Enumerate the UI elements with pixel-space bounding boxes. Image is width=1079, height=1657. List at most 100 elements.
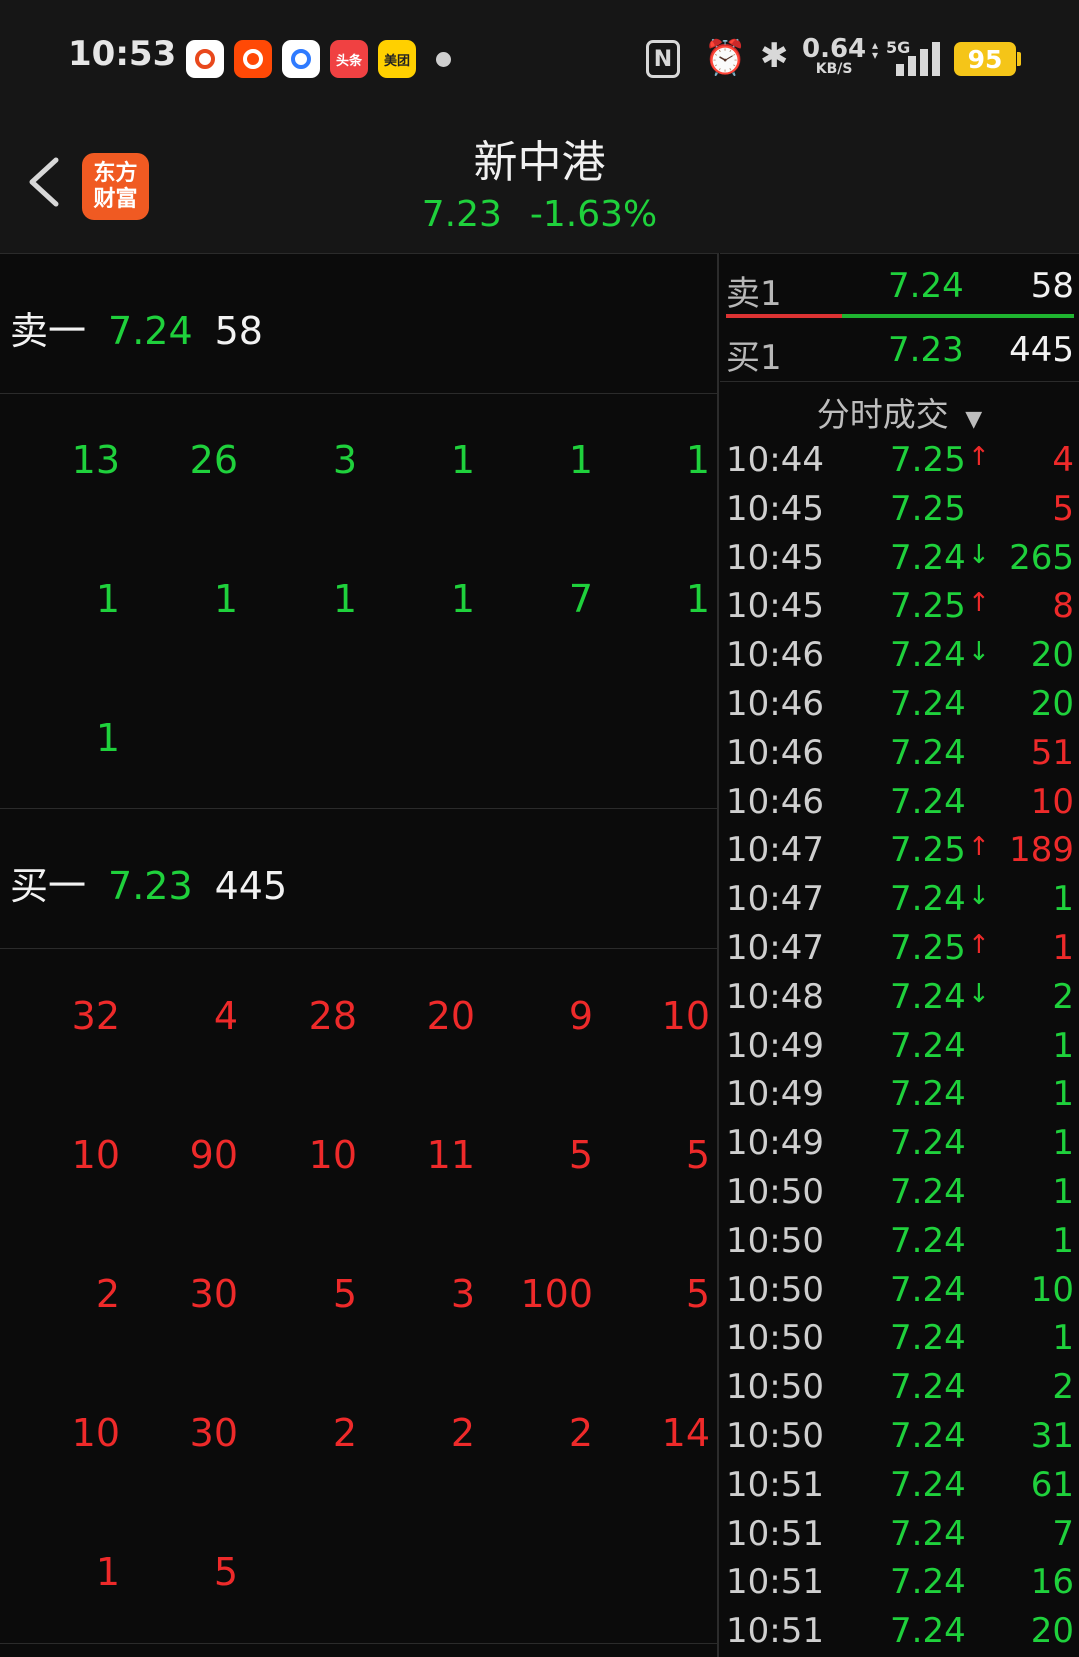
divider <box>720 253 1079 254</box>
signal-strength-icon <box>890 42 940 76</box>
stock-quote: 7.23 -1.63% <box>0 194 1079 235</box>
order-quantity-cell: 28 <box>308 994 357 1038</box>
order-quantity-cell: 90 <box>189 1133 238 1177</box>
order-quantity-cell: 5 <box>685 1133 710 1177</box>
divider <box>0 253 718 254</box>
order-quantity-cell: 100 <box>520 1272 593 1316</box>
tick-row: 10:51 7.24 7 <box>726 1514 1076 1560</box>
order-quantity-cell: 26 <box>189 438 238 482</box>
tick-price: 7.24 <box>890 1562 966 1603</box>
tick-volume: 5 <box>1052 488 1074 529</box>
divider <box>0 948 718 949</box>
tick-price: 7.25 <box>890 586 966 627</box>
tick-row: 10:48 7.24 ↓ 2 <box>726 977 1076 1023</box>
order-quantity-cell: 9 <box>568 994 593 1038</box>
ticks-title-dropdown[interactable]: 分时成交 ▼ <box>720 388 1079 436</box>
tick-row: 10:46 7.24 51 <box>726 733 1076 779</box>
tick-row: 10:44 7.25 ↑ 4 <box>726 440 1076 486</box>
order-quantity-cell: 1 <box>332 577 357 621</box>
order-quantity-cell: 10 <box>71 1411 120 1455</box>
toutiao-app-icon: 头条 <box>330 40 368 78</box>
tick-time: 10:50 <box>726 1367 824 1408</box>
order-quantity-cell: 2 <box>332 1411 357 1455</box>
bid-level-header[interactable]: 买一 7.23 445 <box>10 855 287 910</box>
order-quantity-cell: 4 <box>213 994 238 1038</box>
app-icon-label: 头条 <box>335 53 362 69</box>
tick-row: 10:51 7.24 16 <box>726 1562 1076 1608</box>
best-bid-volume: 445 <box>1009 330 1074 370</box>
tick-row: 10:45 7.24 ↓ 265 <box>726 538 1076 584</box>
arrow-down-icon: ↓ <box>968 881 990 912</box>
alarm-icon: ⏰ <box>704 38 747 78</box>
tick-price: 7.24 <box>890 1025 966 1066</box>
tick-price: 7.24 <box>890 537 966 578</box>
order-quantity-cell: 2 <box>95 1272 120 1316</box>
arrow-up-icon: ↑ <box>968 930 990 960</box>
tick-volume: 1 <box>1052 1220 1074 1261</box>
order-quantity-cell: 1 <box>95 716 120 760</box>
tick-price: 7.24 <box>890 1269 966 1310</box>
tick-time: 10:47 <box>726 830 824 871</box>
tick-volume: 51 <box>1030 732 1074 773</box>
tick-row: 10:49 7.24 1 <box>726 1074 1076 1120</box>
tick-volume: 20 <box>1030 635 1074 676</box>
tick-volume: 31 <box>1030 1416 1074 1456</box>
tick-volume: 1 <box>1052 928 1074 968</box>
tick-time: 10:51 <box>726 1562 824 1603</box>
order-quantity-cell: 1 <box>213 577 238 621</box>
tick-volume: 7 <box>1052 1513 1074 1554</box>
tick-time: 10:49 <box>726 1025 824 1066</box>
order-quantity-cell: 1 <box>95 1550 120 1594</box>
order-quantity-cell: 2 <box>568 1411 593 1455</box>
arrow-up-icon: ↑ <box>968 588 990 619</box>
tick-price: 7.24 <box>890 1464 966 1505</box>
tick-volume: 16 <box>1030 1562 1074 1603</box>
weibo-app-icon <box>186 40 224 78</box>
arrow-down-icon: ↓ <box>968 539 990 570</box>
arrow-up-icon: ↑ <box>968 832 990 863</box>
tick-time: 10:49 <box>726 1074 824 1115</box>
bid-level-volume: 445 <box>214 864 288 908</box>
ask-level-header[interactable]: 卖一 7.24 58 <box>10 300 263 355</box>
stock-price: 7.23 <box>421 194 502 235</box>
divider <box>720 381 1079 382</box>
tick-volume: 265 <box>1009 537 1074 578</box>
order-quantity-cell: 5 <box>685 1272 710 1316</box>
tick-time: 10:47 <box>726 879 824 920</box>
network-speed: 0.64 KB/S <box>802 36 866 76</box>
order-quantity-cell: 14 <box>661 1411 710 1455</box>
order-quantity-cell: 1 <box>95 577 120 621</box>
best-ask-volume: 58 <box>1030 266 1074 306</box>
tick-time: 10:51 <box>726 1611 824 1652</box>
order-quantity-cell: 1 <box>450 577 475 621</box>
tick-row: 10:51 7.24 20 <box>726 1611 1076 1657</box>
tick-time: 10:45 <box>726 586 824 627</box>
tick-row: 10:50 7.24 2 <box>726 1367 1076 1413</box>
panel-divider <box>717 253 719 1657</box>
tick-volume: 20 <box>1030 1611 1074 1652</box>
tick-time: 10:48 <box>726 976 824 1017</box>
tick-time: 10:50 <box>726 1172 824 1212</box>
stock-name: 新中港 <box>473 137 606 188</box>
tick-time: 10:51 <box>726 1513 824 1554</box>
tick-price: 7.24 <box>890 1074 966 1115</box>
tick-price: 7.24 <box>890 1123 966 1164</box>
tick-volume: 10 <box>1030 781 1074 822</box>
tick-time: 10:50 <box>726 1269 824 1310</box>
order-quantity-cell: 5 <box>213 1550 238 1594</box>
tick-time: 10:46 <box>726 781 824 822</box>
tick-row: 10:49 7.24 1 <box>726 1123 1076 1169</box>
tick-row: 10:50 7.24 1 <box>726 1221 1076 1267</box>
tick-time: 10:45 <box>726 537 824 578</box>
tick-row: 10:46 7.24 10 <box>726 782 1076 828</box>
best-ask-label: 卖1 <box>726 274 782 314</box>
bid-level-label: 买一 <box>10 864 87 908</box>
tick-volume: 189 <box>1009 830 1074 871</box>
battery-level: 95 <box>954 42 1016 76</box>
baidu-netdisk-app-icon <box>282 40 320 78</box>
tick-price: 7.24 <box>890 1367 966 1408</box>
tick-time: 10:49 <box>726 1123 824 1164</box>
tick-price: 7.24 <box>890 1172 966 1212</box>
order-quantity-cell: 1 <box>685 577 710 621</box>
ticks-title: 分时成交 <box>816 395 949 434</box>
